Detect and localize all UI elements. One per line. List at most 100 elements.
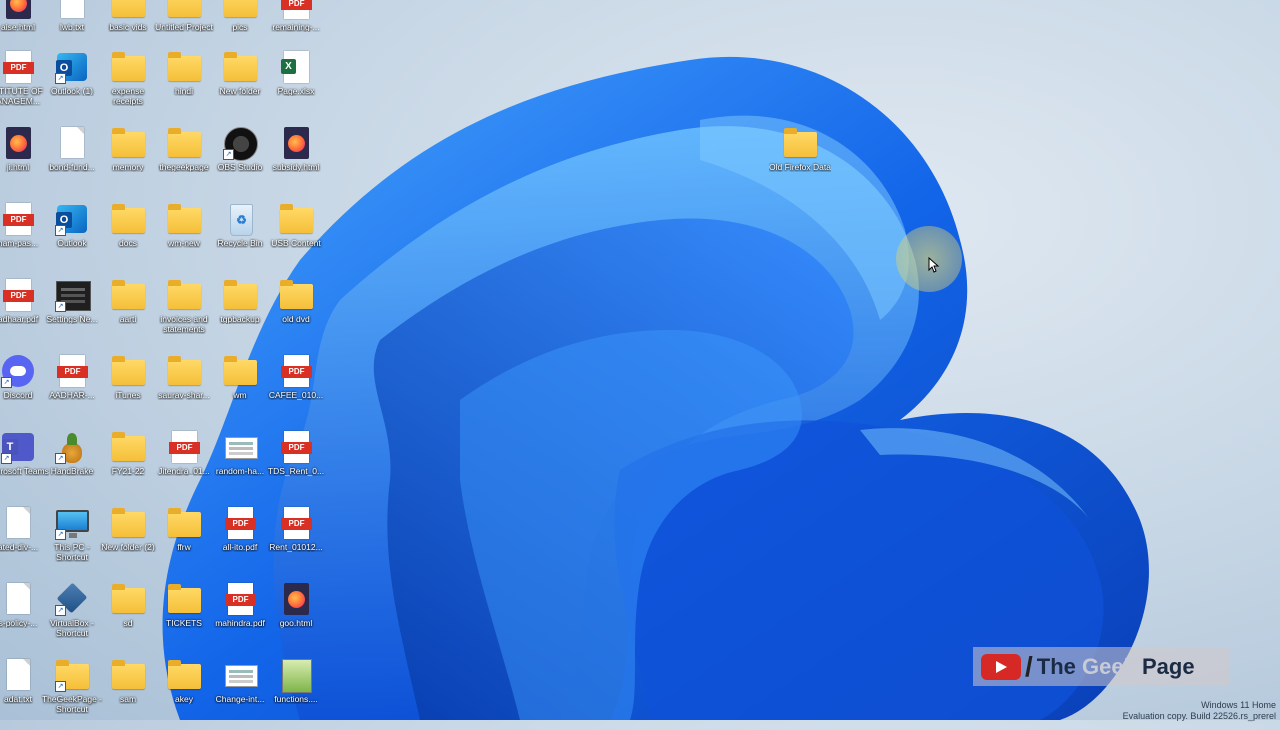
- desktop-icon[interactable]: PDF mahindra.pdf: [212, 580, 268, 654]
- desktop-icon[interactable]: wm: [212, 352, 268, 426]
- desktop-icon[interactable]: PDF Jitendra_01...: [156, 428, 212, 502]
- desktop-icon[interactable]: Change-int...: [212, 656, 268, 730]
- desktop-icon[interactable]: PDF all-ito.pdf: [212, 504, 268, 578]
- folder-icon: [111, 126, 145, 160]
- pdf-file-icon: PDF: [1, 278, 35, 312]
- desktop-icon[interactable]: ↗ This PC - Shortcut: [44, 504, 100, 578]
- desktop-icon[interactable]: expense receipts: [100, 48, 156, 122]
- desktop-icon[interactable]: O ↗ Outlook (1): [44, 48, 100, 122]
- desktop-icon[interactable]: X Page.xlsx: [268, 48, 324, 122]
- desktop-icon[interactable]: sam: [100, 656, 156, 730]
- desktop-icon-label: invoices and statements: [160, 314, 208, 334]
- html-file-icon: [279, 126, 313, 160]
- folder-icon: [111, 0, 145, 20]
- desktop-icon[interactable]: FY21-22: [100, 428, 156, 502]
- desktop-icon[interactable]: sd: [100, 580, 156, 654]
- desktop-icon[interactable]: adat.txt: [0, 656, 46, 730]
- desktop-icon[interactable]: random-ha...: [212, 428, 268, 502]
- watermark-geek: Geek: [1082, 653, 1136, 679]
- desktop-icon[interactable]: PDF nam-pas...: [0, 200, 46, 274]
- folder-icon: ↗: [55, 658, 89, 692]
- windows-evaluation-watermark: Windows 11 Home Evaluation copy. Build 2…: [1123, 700, 1276, 722]
- desktop-icon[interactable]: ji.html: [0, 124, 46, 198]
- desktop-icon[interactable]: USB Content: [268, 200, 324, 274]
- desktop-icon[interactable]: ♻ Recycle Bin: [212, 200, 268, 274]
- text-file-icon: [55, 0, 89, 20]
- desktop-icon[interactable]: ↗ TheGeekPage - Shortcut: [42, 656, 102, 730]
- folder-icon: [167, 126, 201, 160]
- desktop-icon[interactable]: PDF CAFEE_010...: [268, 352, 324, 426]
- desktop-icon[interactable]: New folder (2): [100, 504, 156, 578]
- shortcut-arrow-icon: ↗: [55, 225, 66, 236]
- shortcut-arrow-icon: ↗: [1, 453, 12, 464]
- desktop-icon-label: sam: [119, 694, 137, 704]
- shortcut-arrow-icon: ↗: [1, 377, 12, 388]
- desktop-icon-label: lwb.txt: [59, 22, 85, 32]
- desktop-icon-label: akey: [175, 694, 193, 704]
- desktop-icon-label: TDS_Rent_0...: [267, 466, 325, 476]
- desktop-icon[interactable]: docs: [100, 200, 156, 274]
- discord-icon: ↗: [1, 354, 35, 388]
- desktop-icon-label: goo.html: [279, 618, 313, 628]
- desktop-icon[interactable]: wm-new: [156, 200, 212, 274]
- desktop-icon-label: VirtualBox - Shortcut: [50, 618, 94, 638]
- desktop-icon-label: all-ito.pdf: [222, 542, 258, 552]
- desktop-icon[interactable]: PDF adhaar.pdf: [0, 276, 46, 350]
- shortcut-arrow-icon: ↗: [55, 73, 66, 84]
- desktop-icon-label: FY21-22: [111, 466, 145, 476]
- shortcut-arrow-icon: ↗: [55, 453, 66, 464]
- desktop-icon-label: remaining-...: [272, 22, 320, 32]
- image-file-icon: [223, 658, 258, 692]
- desktop-icon[interactable]: aarti: [100, 276, 156, 350]
- desktop-icon-label: New folder: [219, 86, 261, 96]
- desktop-icon[interactable]: PDF AADHAR-...: [44, 352, 100, 426]
- pdf-file-icon: PDF: [279, 354, 313, 388]
- desktop-icon[interactable]: ↗ HandBrake: [44, 428, 100, 502]
- folder-icon: [111, 354, 145, 388]
- desktop-icon[interactable]: saurav-shar...: [156, 352, 212, 426]
- desktop-icon[interactable]: ↗ VirtualBox - Shortcut: [44, 580, 100, 654]
- desktop-icon-label: sd: [123, 618, 133, 628]
- desktop-icon[interactable]: PDF TDS_Rent_0...: [268, 428, 324, 502]
- desktop-icon[interactable]: bond-fund...: [44, 124, 100, 198]
- desktop-icon[interactable]: subsidy.html: [268, 124, 324, 198]
- desktop-icon[interactable]: s-policy-...: [0, 580, 46, 654]
- desktop-icon[interactable]: ↗ Settings Ne...: [44, 276, 100, 350]
- desktop-icon[interactable]: tgpbackup: [212, 276, 268, 350]
- desktop-icon-label: bond-fund...: [49, 162, 95, 172]
- text-file-icon: [1, 582, 35, 616]
- handbrake-icon: ↗: [55, 430, 89, 464]
- desktop-icon[interactable]: O ↗ Outlook: [44, 200, 100, 274]
- the-geek-page-watermark: / The Geek Page: [973, 647, 1229, 686]
- desktop-icon[interactable]: memory: [100, 124, 156, 198]
- folder-icon: [783, 126, 817, 160]
- desktop-icon[interactable]: functions....: [268, 656, 324, 730]
- desktop-icon[interactable]: akey: [156, 656, 212, 730]
- shortcut-arrow-icon: ↗: [55, 529, 66, 540]
- desktop-icon-old-firefox-data[interactable]: Old Firefox Data: [769, 124, 831, 198]
- this-pc-icon: ↗: [55, 506, 89, 540]
- desktop-icon[interactable]: invoices and statements: [156, 276, 212, 350]
- desktop-icon[interactable]: hindi: [156, 48, 212, 122]
- desktop-icon[interactable]: PDF Rent_01012...: [268, 504, 324, 578]
- desktop-icon[interactable]: old dvd: [268, 276, 324, 350]
- folder-icon: [167, 582, 201, 616]
- desktop-icon[interactable]: T↗Microsoft Teams: [0, 428, 49, 502]
- desktop-icon-label: USB Content: [271, 238, 321, 248]
- shortcut-arrow-icon: ↗: [55, 605, 66, 616]
- desktop-icon[interactable]: PDFSTITUTE OF ANAGEM...: [0, 48, 46, 122]
- desktop-icon[interactable]: ated-div-...: [0, 504, 46, 578]
- desktop-icon[interactable]: ffrw: [156, 504, 212, 578]
- desktop-icon[interactable]: TICKETS: [156, 580, 212, 654]
- desktop-icon[interactable]: thegeekpage: [156, 124, 212, 198]
- desktop-icon[interactable]: iTunes: [100, 352, 156, 426]
- folder-icon: [111, 658, 145, 692]
- watermark-text: The Geek Page: [1037, 654, 1195, 680]
- desktop-icon[interactable]: ↗ Discord: [0, 352, 46, 426]
- watermark-page: Page: [1141, 653, 1195, 679]
- desktop-icon-label: OBS Studio: [217, 162, 263, 172]
- desktop-icon[interactable]: ↗ OBS Studio: [212, 124, 268, 198]
- folder-icon: [111, 202, 145, 236]
- desktop-icon[interactable]: New folder: [212, 48, 268, 122]
- desktop-icon[interactable]: goo.html: [268, 580, 324, 654]
